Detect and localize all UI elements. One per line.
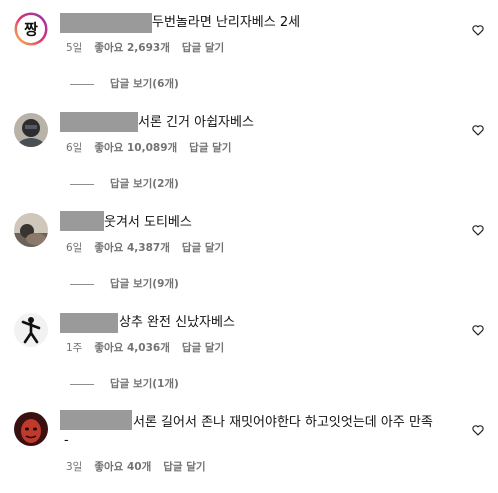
heart-icon[interactable] — [471, 23, 485, 37]
comment-meta: 5일 좋아요 2,693개 답글 달기 — [66, 40, 236, 55]
likes-count[interactable]: 좋아요 10,089개 — [94, 142, 177, 154]
heart-icon[interactable] — [471, 423, 485, 437]
comment-time[interactable]: 5일 — [66, 42, 82, 54]
view-replies-label: 답글 보기(1개) — [110, 378, 179, 390]
comment-meta: 6일 좋아요 4,387개 답글 달기 — [66, 240, 236, 255]
likes-count[interactable]: 좋아요 4,387개 — [94, 242, 170, 254]
likes-count[interactable]: 좋아요 4,036개 — [94, 342, 170, 354]
badge-text: 짱 — [24, 21, 38, 39]
comment-text: 상추 완전 신났자베스 — [119, 315, 235, 330]
comment-item: 상추 완전 신났자베스 1주 좋아요 4,036개 답글 달기 답글 보기(1개) — [0, 300, 498, 390]
divider-line — [70, 183, 94, 185]
comment-time[interactable]: 6일 — [66, 242, 82, 254]
comment-item: 웃겨서 도티베스 6일 좋아요 4,387개 답글 달기 답글 보기(9개) — [0, 200, 498, 290]
view-replies-label: 답글 보기(6개) — [110, 78, 179, 90]
reply-button[interactable]: 답글 달기 — [182, 242, 224, 254]
username-redacted[interactable] — [60, 13, 152, 33]
view-replies-button[interactable]: 답글 보기(6개) — [70, 76, 179, 91]
divider-line — [70, 83, 94, 85]
comment-item: 짱 두번놀라면 난리자베스 2세 5일 좋아요 2,693개 답글 달기 답글 보기… — [0, 0, 498, 90]
likes-count[interactable]: 좋아요 40개 — [94, 461, 151, 473]
comment-meta: 3일 좋아요 40개 답글 달기 — [66, 459, 218, 474]
divider-line — [70, 383, 94, 385]
comment-item: 서론 길어서 존나 재밋어야한다 하고잇엇는데 아주 만족 - 3일 좋아요 40… — [0, 400, 498, 490]
comment-text-line2: - — [64, 433, 69, 448]
username-redacted[interactable] — [60, 211, 104, 231]
comment-time[interactable]: 3일 — [66, 461, 82, 473]
view-replies-button[interactable]: 답글 보기(1개) — [70, 376, 179, 391]
reply-button[interactable]: 답글 달기 — [182, 42, 224, 54]
view-replies-button[interactable]: 답글 보기(2개) — [70, 176, 179, 191]
comment-text: 서론 길어서 존나 재밋어야한다 하고잇엇는데 아주 만족 — [133, 415, 433, 430]
comment-time[interactable]: 6일 — [66, 142, 82, 154]
comment-time[interactable]: 1주 — [66, 342, 82, 354]
comment-item: 서론 긴거 아쉽자베스 6일 좋아요 10,089개 답글 달기 답글 보기(2개) — [0, 100, 498, 190]
heart-icon[interactable] — [471, 223, 485, 237]
divider-line — [70, 283, 94, 285]
red-face-avatar[interactable] — [14, 412, 48, 446]
person-photo-avatar[interactable] — [14, 113, 48, 147]
comment-text: 웃겨서 도티베스 — [104, 215, 192, 230]
reply-button[interactable]: 답글 달기 — [163, 461, 205, 473]
view-replies-label: 답글 보기(9개) — [110, 278, 179, 290]
reply-button[interactable]: 답글 달기 — [182, 342, 224, 354]
heart-icon[interactable] — [471, 323, 485, 337]
username-redacted[interactable] — [60, 112, 138, 132]
comment-meta: 1주 좋아요 4,036개 답글 달기 — [66, 340, 236, 355]
username-redacted[interactable] — [60, 313, 118, 333]
dancer-silhouette-avatar[interactable] — [14, 313, 48, 347]
jjang-badge-avatar[interactable]: 짱 — [14, 12, 48, 46]
heart-icon[interactable] — [471, 123, 485, 137]
likes-count[interactable]: 좋아요 2,693개 — [94, 42, 170, 54]
comment-text: 두번놀라면 난리자베스 2세 — [152, 15, 301, 30]
comment-text: 서론 긴거 아쉽자베스 — [138, 115, 254, 130]
username-redacted[interactable] — [60, 410, 132, 430]
comment-meta: 6일 좋아요 10,089개 답글 달기 — [66, 140, 243, 155]
view-replies-button[interactable]: 답글 보기(9개) — [70, 276, 179, 291]
person-photo-avatar[interactable] — [14, 213, 48, 247]
reply-button[interactable]: 답글 달기 — [189, 142, 231, 154]
view-replies-label: 답글 보기(2개) — [110, 178, 179, 190]
